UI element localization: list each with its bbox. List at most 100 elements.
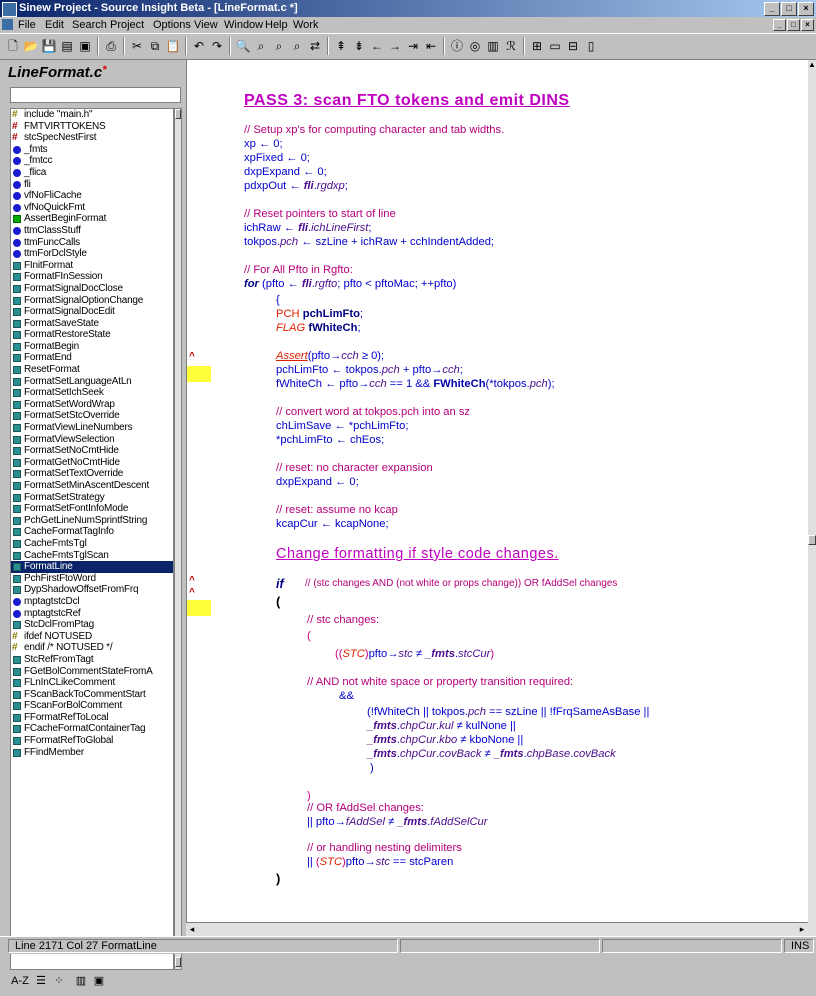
symbol-list-item[interactable]: # endif /* NOTUSED */ bbox=[11, 642, 173, 654]
symbol-list-item[interactable]: FCacheFormatContainerTag bbox=[11, 723, 173, 735]
symbol-list-item[interactable]: FormatSetTextOverride bbox=[11, 468, 173, 480]
menu-options[interactable]: Options bbox=[153, 19, 191, 31]
window-tile-icon[interactable]: ▯ bbox=[582, 37, 600, 55]
symbol-list-item[interactable]: FormatSetMinAscentDescent bbox=[11, 480, 173, 492]
scroll-up-button[interactable] bbox=[175, 109, 181, 119]
symbol-list-item[interactable]: mptagtstcRef bbox=[11, 608, 173, 620]
symbol-list-item[interactable]: FormatSetWordWrap bbox=[11, 399, 173, 411]
menu-search[interactable]: Search bbox=[72, 19, 107, 31]
symbol-list-item[interactable]: _fmts bbox=[11, 144, 173, 156]
book-icon[interactable]: ▥ bbox=[72, 972, 90, 990]
symbol-search-input[interactable] bbox=[10, 87, 181, 103]
jump-back-icon[interactable]: ⇤ bbox=[422, 37, 440, 55]
window-single-icon[interactable]: ▭ bbox=[546, 37, 564, 55]
bookmark-prev-icon[interactable]: ⇞ bbox=[332, 37, 350, 55]
symbol-list-item[interactable]: FGetBolCommentStateFromA bbox=[11, 666, 173, 678]
menu-work[interactable]: Work bbox=[293, 19, 318, 31]
symbol-list-item[interactable]: PchGetLineNumSprintfString bbox=[11, 515, 173, 527]
symbol-list-item[interactable]: # stcSpecNestFirst bbox=[11, 132, 173, 144]
symbol-list-item[interactable]: CacheFmtsTglScan bbox=[11, 550, 173, 562]
symbol-list-item[interactable]: ttmClassStuff bbox=[11, 225, 173, 237]
symbol-list-item[interactable]: FormatViewSelection bbox=[11, 434, 173, 446]
close-file-icon[interactable]: ▣ bbox=[76, 37, 94, 55]
symbol-list-item[interactable]: _flica bbox=[11, 167, 173, 179]
list-view-icon[interactable]: ☰ bbox=[32, 972, 50, 990]
menu-view[interactable]: View bbox=[194, 19, 218, 31]
symbol-list-item[interactable]: FormatSignalOptionChange bbox=[11, 295, 173, 307]
doc-minimize-button[interactable]: _ bbox=[773, 19, 786, 31]
symbol-list-item[interactable]: # include "main.h" bbox=[11, 109, 173, 121]
symbol-list-item[interactable]: FormatEnd bbox=[11, 352, 173, 364]
symbol-list-item[interactable]: FormatLine bbox=[11, 561, 173, 573]
back-icon[interactable]: ← bbox=[368, 37, 386, 55]
symbol-list-item[interactable]: FormatSetStrategy bbox=[11, 492, 173, 504]
window-split-icon[interactable]: ⊟ bbox=[564, 37, 582, 55]
search-icon[interactable]: 🔍 bbox=[234, 37, 252, 55]
search-files-icon[interactable]: ⌕ bbox=[288, 37, 306, 55]
replace-icon[interactable]: ⇄ bbox=[306, 37, 324, 55]
symbol-list-item[interactable]: FormatGetNoCmtHide bbox=[11, 457, 173, 469]
scroll-left-arrow-icon[interactable]: ◂ bbox=[186, 923, 198, 935]
paste-icon[interactable]: 📋 bbox=[164, 37, 182, 55]
scroll-up-arrow-icon[interactable]: ▲ bbox=[808, 60, 816, 70]
symbol-list-item[interactable]: ttmFuncCalls bbox=[11, 237, 173, 249]
cut-icon[interactable]: ✂ bbox=[128, 37, 146, 55]
categories-icon[interactable]: ⁘ bbox=[50, 972, 68, 990]
symbol-list-item[interactable]: FFindMember bbox=[11, 747, 173, 759]
symbol-list-item[interactable]: FormatSetStcOverride bbox=[11, 410, 173, 422]
symbol-list-item[interactable]: mptagtstcDcl bbox=[11, 596, 173, 608]
save-all-icon[interactable]: ▤ bbox=[58, 37, 76, 55]
new-file-icon[interactable]: 🗋 bbox=[4, 37, 22, 55]
symbol-list-item[interactable]: FormatBegin bbox=[11, 341, 173, 353]
symbol-list-item[interactable]: # FMTVIRTTOKENS bbox=[11, 121, 173, 133]
symbol-list-item[interactable]: vfNoFliCache bbox=[11, 190, 173, 202]
symbol-list-item[interactable]: CacheFormatTagInfo bbox=[11, 526, 173, 538]
close-button[interactable]: × bbox=[798, 2, 814, 16]
symbol-list-item[interactable]: CacheFmtsTgl bbox=[11, 538, 173, 550]
document-icon[interactable] bbox=[2, 19, 13, 30]
bookmark-next-icon[interactable]: ⇟ bbox=[350, 37, 368, 55]
symbol-list-item[interactable]: FormatSaveState bbox=[11, 318, 173, 330]
symbol-list-item[interactable]: fli bbox=[11, 179, 173, 191]
editor-horizontal-scrollbar[interactable]: ◂ ▸ bbox=[186, 922, 808, 936]
maximize-button[interactable]: □ bbox=[781, 2, 797, 16]
open-file-icon[interactable]: 📂 bbox=[22, 37, 40, 55]
symbol-list-item[interactable]: FormatSignalDocEdit bbox=[11, 306, 173, 318]
scroll-right-arrow-icon[interactable]: ▸ bbox=[796, 923, 808, 935]
undo-icon[interactable]: ↶ bbox=[190, 37, 208, 55]
symbol-list-scrollbar[interactable] bbox=[174, 108, 182, 970]
symbol-list-item[interactable]: DypShadowOffsetFromFrq bbox=[11, 584, 173, 596]
symbol-list-item[interactable]: # ifdef NOTUSED bbox=[11, 631, 173, 643]
menu-edit[interactable]: Edit bbox=[45, 19, 64, 31]
menu-help[interactable]: Help bbox=[265, 19, 288, 31]
symbol-list-item[interactable]: FormatSetNoCmtHide bbox=[11, 445, 173, 457]
properties-icon[interactable]: ▣ bbox=[90, 972, 108, 990]
symbol-list-item[interactable]: FScanForBolComment bbox=[11, 700, 173, 712]
redo-icon[interactable]: ↷ bbox=[208, 37, 226, 55]
symbol-list-item[interactable]: StcDclFromPtag bbox=[11, 619, 173, 631]
search-prev-icon[interactable]: ⌕ bbox=[270, 37, 288, 55]
forward-icon[interactable]: → bbox=[386, 37, 404, 55]
browse-icon[interactable]: ▥ bbox=[484, 37, 502, 55]
symbol-info-icon[interactable]: ⓘ bbox=[448, 37, 466, 55]
menu-file[interactable]: File bbox=[18, 19, 36, 31]
sort-az-button[interactable]: A-Z bbox=[10, 972, 30, 990]
lookup-icon[interactable]: ◎ bbox=[466, 37, 484, 55]
symbol-list-item[interactable]: ttmForDclStyle bbox=[11, 248, 173, 260]
copy-icon[interactable]: ⧉ bbox=[146, 37, 164, 55]
symbol-list-item[interactable]: FormatSetIchSeek bbox=[11, 387, 173, 399]
window-grid-icon[interactable]: ⊞ bbox=[528, 37, 546, 55]
symbol-list-item[interactable]: FormatFInSession bbox=[11, 271, 173, 283]
symbol-list-item[interactable]: PchFirstFtoWord bbox=[11, 573, 173, 585]
save-icon[interactable]: 💾 bbox=[40, 37, 58, 55]
print-icon[interactable]: ⎙ bbox=[102, 37, 120, 55]
doc-restore-button[interactable]: □ bbox=[787, 19, 800, 31]
symbol-list[interactable]: # include "main.h" # FMTVIRTTOKENS # stcSpecN… bbox=[10, 108, 174, 970]
symbol-list-item[interactable]: AssertBeginFormat bbox=[11, 213, 173, 225]
code-editor[interactable]: PASS 3: scan FTO tokens and emit DINS //… bbox=[186, 60, 808, 936]
search-next-icon[interactable]: ⌕ bbox=[252, 37, 270, 55]
menu-window[interactable]: Window bbox=[224, 19, 263, 31]
symbol-list-item[interactable]: vfNoQuickFmt bbox=[11, 202, 173, 214]
symbol-list-item[interactable]: ResetFormat bbox=[11, 364, 173, 376]
relation-icon[interactable]: ℛ bbox=[502, 37, 520, 55]
